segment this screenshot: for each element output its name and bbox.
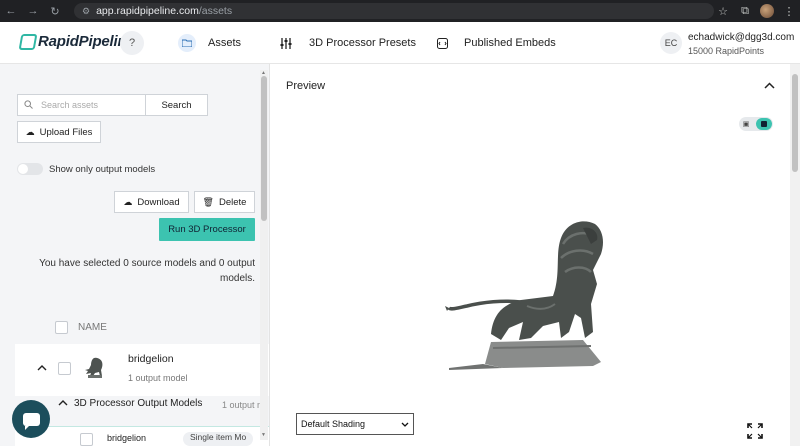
- nav-presets-label: 3D Processor Presets: [309, 37, 416, 49]
- app-header: RapidPipeline ? Assets 3D Processor Pres…: [0, 22, 800, 64]
- subsection-title: 3D Processor Output Models: [74, 398, 203, 409]
- 3d-view-icon[interactable]: [756, 118, 772, 130]
- delete-button[interactable]: 🗑 Delete: [194, 191, 255, 213]
- user-email: echadwick@dgg3d.com: [688, 32, 795, 43]
- 3d-model-viewport[interactable]: [443, 214, 613, 374]
- search-input[interactable]: Search assets: [17, 94, 145, 116]
- selection-summary: You have selected 0 source models and 0 …: [39, 258, 255, 284]
- run-3d-processor-button[interactable]: Run 3D Processor: [159, 218, 255, 241]
- user-points: 15000 RapidPoints: [688, 46, 765, 56]
- asset-list-panel: Search assets Search ☁ Upload Files Show…: [0, 64, 270, 446]
- url-path: /assets: [198, 5, 233, 17]
- shading-select[interactable]: Default Shading: [296, 413, 414, 435]
- trash-icon: 🗑: [202, 196, 214, 207]
- chevron-up-icon[interactable]: [764, 78, 775, 92]
- chat-bubble-icon: [22, 412, 40, 430]
- view-mode-toggle[interactable]: ▣: [739, 117, 773, 131]
- sliders-icon: [277, 34, 295, 52]
- logo[interactable]: RapidPipeline: [18, 33, 135, 50]
- upload-label: Upload Files: [39, 126, 93, 138]
- image-view-icon[interactable]: ▣: [741, 119, 751, 129]
- search-icon: [24, 99, 33, 111]
- back-icon[interactable]: ←: [0, 0, 22, 22]
- preview-title: Preview: [286, 80, 326, 92]
- page-scrollbar-thumb[interactable]: [792, 74, 798, 172]
- folder-icon: [178, 34, 196, 52]
- left-scrollbar[interactable]: ▲ ▼: [260, 70, 268, 440]
- asset-output-count: 1 output model: [128, 373, 188, 383]
- asset-thumbnail: [80, 355, 110, 383]
- output-models-subsection[interactable]: 3D Processor Output Models: [58, 398, 202, 409]
- table-header: NAME: [55, 321, 107, 334]
- download-button[interactable]: ☁ Download: [114, 191, 189, 213]
- browser-menu-icon[interactable]: ⋮: [778, 0, 800, 22]
- chevron-down-icon: [401, 419, 409, 429]
- asset-name: bridgelion: [128, 353, 174, 365]
- upload-files-button[interactable]: ☁ Upload Files: [17, 121, 101, 143]
- address-bar[interactable]: ⚙ app.rapidpipeline.com/assets: [74, 3, 714, 19]
- preview-panel: Preview ▣ Default Shading: [271, 64, 800, 446]
- select-all-checkbox[interactable]: [55, 321, 68, 334]
- nav-assets-label: Assets: [208, 37, 242, 49]
- cloud-upload-icon: ☁: [25, 126, 35, 137]
- column-name: NAME: [78, 322, 107, 333]
- cloud-download-icon: ☁: [123, 196, 133, 207]
- subsection-count: 1 output m: [222, 400, 265, 410]
- browser-toolbar: ← → ↻ ⚙ app.rapidpipeline.com/assets ☆ ⧉…: [0, 0, 800, 22]
- search-button[interactable]: Search: [145, 94, 208, 116]
- nav-embeds[interactable]: Published Embeds: [433, 22, 556, 64]
- help-button[interactable]: ?: [120, 31, 144, 55]
- nav-embeds-label: Published Embeds: [464, 37, 556, 49]
- nav-assets[interactable]: Assets: [178, 22, 241, 64]
- forward-icon[interactable]: →: [22, 0, 44, 22]
- profile-avatar[interactable]: [756, 0, 778, 22]
- output-type-badge: Single item Mo: [183, 432, 254, 446]
- download-label: Download: [137, 196, 180, 208]
- list-item[interactable]: bridgelion Single item Mo: [15, 426, 269, 446]
- left-scrollbar-thumb[interactable]: [261, 76, 267, 221]
- lion-statue-model: [445, 221, 603, 370]
- output-models-toggle[interactable]: [17, 163, 43, 175]
- chevron-up-icon[interactable]: [58, 398, 68, 409]
- user-info[interactable]: echadwick@dgg3d.com 15000 RapidPoints: [688, 32, 794, 56]
- site-info-icon[interactable]: ⚙: [82, 6, 90, 17]
- page-scrollbar[interactable]: [790, 64, 800, 446]
- search-placeholder: Search assets: [41, 100, 99, 110]
- output-models-toggle-row: Show only output models: [17, 163, 155, 175]
- fullscreen-icon[interactable]: [747, 423, 763, 439]
- row-checkbox[interactable]: [58, 362, 71, 375]
- reload-icon[interactable]: ↻: [44, 0, 66, 22]
- url-host: app.rapidpipeline.com: [96, 5, 199, 17]
- bookmark-star-icon[interactable]: ☆: [712, 0, 734, 22]
- table-row[interactable]: bridgelion 1 output model: [15, 344, 269, 396]
- output-model-name: bridgelion: [107, 433, 147, 443]
- delete-label: Delete: [218, 196, 247, 208]
- chevron-up-icon[interactable]: [37, 362, 47, 374]
- nav-presets[interactable]: 3D Processor Presets: [277, 22, 416, 64]
- embed-icon: [433, 34, 451, 52]
- logo-mark-icon: [18, 33, 38, 50]
- chat-button[interactable]: [12, 400, 50, 438]
- scroll-down-icon[interactable]: ▼: [261, 432, 266, 438]
- output-row-checkbox[interactable]: [80, 433, 93, 446]
- extensions-icon[interactable]: ⧉: [734, 0, 756, 22]
- shading-selected-value: Default Shading: [301, 419, 366, 429]
- toggle-label: Show only output models: [49, 163, 156, 175]
- user-avatar[interactable]: EC: [660, 32, 682, 54]
